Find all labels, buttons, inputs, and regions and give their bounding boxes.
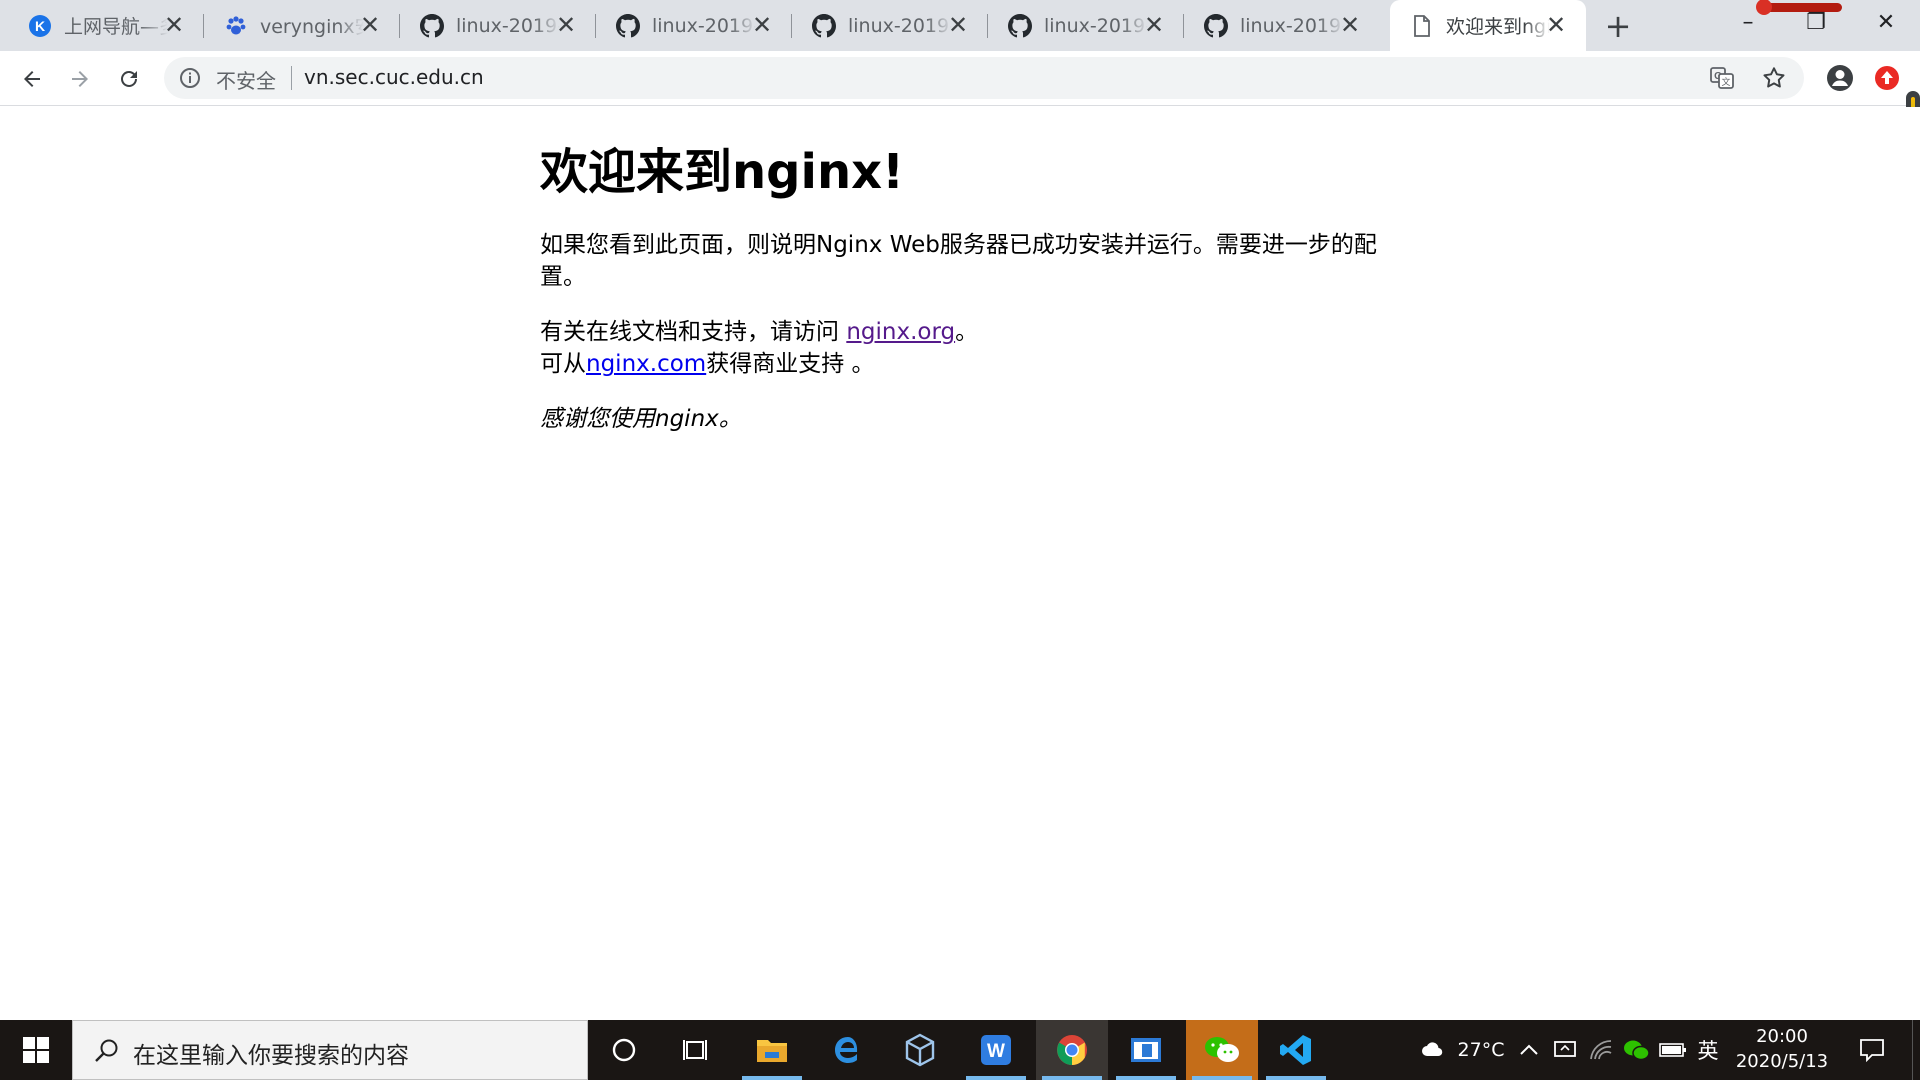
docs-suffix: 。 xyxy=(955,319,979,346)
close-window-button[interactable]: ✕ xyxy=(1852,0,1920,44)
taskbar-clock[interactable]: 20:00 2020/5/13 xyxy=(1728,1024,1836,1076)
tab-2[interactable]: verynginx安装 ✕ xyxy=(204,0,400,51)
bookmark-star-icon[interactable] xyxy=(1761,65,1787,91)
new-tab-button[interactable]: + xyxy=(1600,7,1636,45)
windows-logo-icon xyxy=(23,1037,49,1063)
tab-title: linux-2019- xyxy=(456,14,560,37)
start-button[interactable] xyxy=(0,1020,72,1080)
search-placeholder: 在这里输入你要搜索的内容 xyxy=(133,1043,409,1069)
commercial-suffix: 获得商业支持 。 xyxy=(706,351,875,378)
tab-title: 欢迎来到nginx xyxy=(1446,16,1550,38)
taskbar-search-box[interactable]: 在这里输入你要搜索的内容 xyxy=(72,1020,588,1080)
tab-close-icon[interactable]: ✕ xyxy=(750,13,774,37)
tab-close-icon[interactable]: ✕ xyxy=(358,13,382,37)
tray-expand-chevron-icon[interactable] xyxy=(1514,1020,1544,1080)
back-arrow-icon xyxy=(24,71,40,87)
window-app-icon[interactable] xyxy=(1110,1020,1182,1080)
tab-3[interactable]: linux-2019- ✕ xyxy=(400,0,596,51)
vscode-icon[interactable] xyxy=(1260,1020,1332,1080)
restore-button[interactable]: ❐ xyxy=(1782,0,1850,44)
tab-6[interactable]: linux-2019- ✕ xyxy=(988,0,1184,51)
clock-date: 2020/5/13 xyxy=(1735,1051,1829,1072)
info-icon[interactable] xyxy=(178,66,202,90)
search-icon xyxy=(95,1039,118,1062)
translate-icon[interactable]: G文 xyxy=(1709,65,1735,91)
thanks-paragraph: 感谢您使用nginx。 xyxy=(540,403,1385,435)
forward-arrow-icon xyxy=(72,71,88,87)
tab-title: verynginx安装 xyxy=(260,16,364,38)
svg-text:文: 文 xyxy=(1721,76,1730,88)
github-icon xyxy=(1008,13,1032,38)
extension-update-icon[interactable] xyxy=(1874,65,1900,91)
tab-close-icon[interactable]: ✕ xyxy=(946,13,970,37)
tab-strip: K 上网导航—多 ✕ verynginx安装 ✕ linux-2019- ✕ xyxy=(0,0,1920,51)
commercial-text: 可从 xyxy=(540,351,586,378)
links-paragraph: 有关在线文档和支持，请访问 nginx.org。 可从nginx.com获得商业… xyxy=(540,316,1385,380)
tab-7[interactable]: linux-2019- ✕ xyxy=(1184,0,1380,51)
weather-icon[interactable] xyxy=(1416,1020,1450,1080)
windows-taskbar: 在这里输入你要搜索的内容 W 27°C 英 20:00 2020/5/13 xyxy=(0,1020,1920,1080)
profile-avatar-icon[interactable] xyxy=(1825,63,1855,93)
chrome-icon[interactable] xyxy=(1036,1020,1108,1080)
page-heading: 欢迎来到nginx! xyxy=(540,144,905,200)
tab-title: 上网导航—多 xyxy=(64,16,168,38)
show-desktop-edge[interactable] xyxy=(1912,1020,1920,1080)
tab-close-icon[interactable]: ✕ xyxy=(1338,13,1362,37)
baidu-paw-icon xyxy=(224,14,248,38)
wifi-icon[interactable] xyxy=(1586,1020,1616,1080)
tab-close-icon[interactable]: ✕ xyxy=(1142,13,1166,37)
task-view-icon[interactable] xyxy=(660,1020,732,1080)
docs-text: 有关在线文档和支持，请访问 xyxy=(540,319,847,346)
github-icon xyxy=(616,13,640,38)
file-explorer-icon[interactable] xyxy=(736,1020,808,1080)
wps-writer-icon[interactable]: W xyxy=(960,1020,1032,1080)
battery-icon[interactable] xyxy=(1656,1020,1690,1080)
svg-text:W: W xyxy=(987,1041,1005,1062)
tab-1[interactable]: K 上网导航—多 ✕ xyxy=(8,0,204,51)
nginx-org-link[interactable]: nginx.org xyxy=(846,319,955,345)
address-bar[interactable]: 不安全 vn.sec.cuc.edu.cn G文 xyxy=(164,57,1804,99)
forward-button[interactable] xyxy=(60,59,100,99)
github-icon xyxy=(1204,13,1228,38)
tab-close-icon[interactable]: ✕ xyxy=(554,13,578,37)
tab-title: linux-2019- xyxy=(1044,14,1148,37)
svg-text:K: K xyxy=(35,18,45,34)
tab-5[interactable]: linux-2019- ✕ xyxy=(792,0,988,51)
reload-icon xyxy=(121,71,137,87)
display-icon[interactable] xyxy=(1550,1020,1580,1080)
address-divider xyxy=(291,66,292,90)
tab-8-active[interactable]: 欢迎来到nginx ✕ xyxy=(1390,0,1586,51)
edge-icon[interactable] xyxy=(812,1020,884,1080)
virtualbox-icon[interactable] xyxy=(884,1020,956,1080)
notification-center-icon[interactable] xyxy=(1852,1020,1892,1080)
github-icon xyxy=(812,13,836,38)
tab-title: linux-2019- xyxy=(1240,14,1344,37)
input-method-indicator[interactable]: 英 xyxy=(1692,1020,1724,1080)
reload-button[interactable] xyxy=(109,59,149,99)
thanks-text: 感谢您使用nginx。 xyxy=(540,406,742,433)
tab-title: linux-2019- xyxy=(848,14,952,37)
cortana-icon[interactable] xyxy=(588,1020,660,1080)
page-viewport: 欢迎来到nginx! 如果您看到此页面，则说明Nginx Web服务器已成功安装… xyxy=(0,107,1920,1020)
url-text[interactable]: vn.sec.cuc.edu.cn xyxy=(304,65,484,89)
back-button[interactable] xyxy=(12,59,52,99)
weather-temperature[interactable]: 27°C xyxy=(1452,1020,1510,1080)
browser-window: K 上网导航—多 ✕ verynginx安装 ✕ linux-2019- ✕ xyxy=(0,0,1920,1020)
wechat-tray-icon[interactable] xyxy=(1620,1020,1652,1080)
tab-close-icon[interactable]: ✕ xyxy=(1544,13,1568,37)
kk-nav-icon: K xyxy=(28,14,52,38)
browser-toolbar: 不安全 vn.sec.cuc.edu.cn G文 xyxy=(0,51,1920,179)
wechat-icon[interactable] xyxy=(1186,1020,1258,1080)
tab-4[interactable]: linux-2019- ✕ xyxy=(596,0,792,51)
nginx-welcome-content: 欢迎来到nginx! 如果您看到此页面，则说明Nginx Web服务器已成功安装… xyxy=(540,141,1385,458)
intro-paragraph: 如果您看到此页面，则说明Nginx Web服务器已成功安装并运行。需要进一步的配… xyxy=(540,232,1377,291)
security-label[interactable]: 不安全 xyxy=(216,65,276,94)
minimize-button[interactable]: – xyxy=(1714,0,1782,44)
clock-time: 20:00 xyxy=(1756,1026,1808,1047)
tab-title: linux-2019- xyxy=(652,14,756,37)
github-icon xyxy=(420,13,444,38)
document-icon xyxy=(1410,14,1434,38)
tab-close-icon[interactable]: ✕ xyxy=(162,13,186,37)
nginx-com-link[interactable]: nginx.com xyxy=(586,351,706,377)
